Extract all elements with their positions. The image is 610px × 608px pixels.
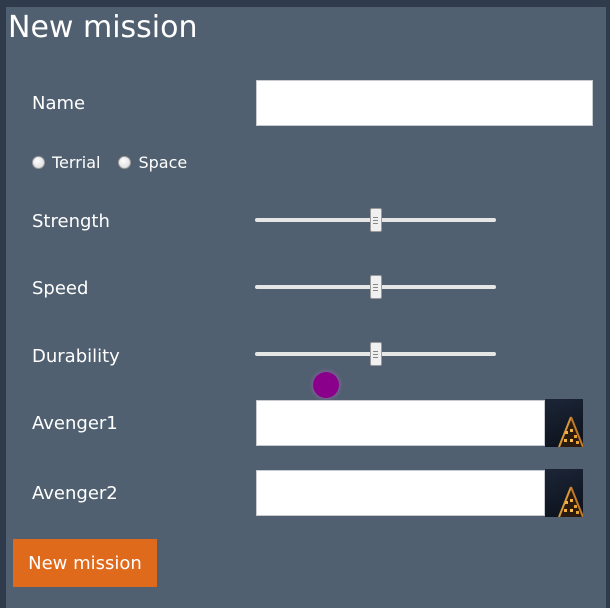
- avenger2-label: Avenger2: [32, 483, 118, 504]
- mission-type-group: Terrial Space: [32, 150, 205, 174]
- cursor-dot: [313, 372, 339, 398]
- strength-label: Strength: [32, 211, 110, 232]
- avenger1-picture-thumbnail[interactable]: [545, 399, 583, 447]
- strength-slider-thumb[interactable]: [369, 208, 382, 232]
- avenger2-input[interactable]: [256, 470, 545, 516]
- avenger1-input[interactable]: [256, 400, 545, 446]
- durability-label: Durability: [32, 346, 120, 367]
- avenger2-picture-thumbnail[interactable]: [545, 469, 583, 517]
- page-title: New mission: [8, 10, 198, 45]
- avenger1-label: Avenger1: [32, 413, 118, 434]
- speed-label: Speed: [32, 278, 89, 299]
- new-mission-button[interactable]: New mission: [13, 539, 157, 587]
- name-label: Name: [32, 93, 86, 114]
- durability-slider[interactable]: [255, 342, 496, 366]
- space-radio[interactable]: [118, 155, 132, 169]
- radio-option-terrial[interactable]: Terrial: [32, 153, 100, 172]
- strength-slider[interactable]: [255, 208, 496, 232]
- space-label: Space: [138, 152, 188, 172]
- terrial-radio[interactable]: [32, 155, 45, 169]
- speed-slider[interactable]: [255, 275, 496, 299]
- durability-slider-thumb[interactable]: [369, 342, 382, 366]
- terrial-label: Terrial: [52, 152, 101, 172]
- speed-slider-thumb[interactable]: [369, 275, 382, 299]
- name-input[interactable]: [256, 80, 593, 126]
- radio-option-space[interactable]: Space: [118, 153, 187, 172]
